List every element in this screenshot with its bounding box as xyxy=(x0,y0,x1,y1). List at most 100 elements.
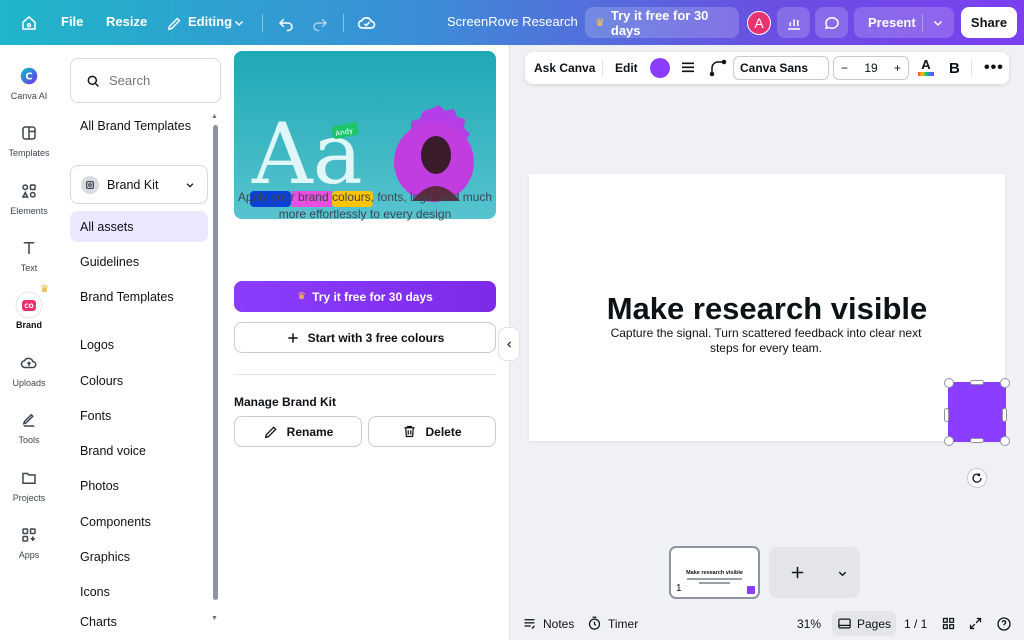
resize-menu[interactable]: Resize xyxy=(106,14,147,29)
text-color-icon[interactable]: A xyxy=(917,58,935,78)
page-subheading[interactable]: Capture the signal. Turn scattered feedb… xyxy=(601,326,931,356)
rail-item-tools[interactable]: Tools xyxy=(0,406,58,460)
nav-logos[interactable]: Logos xyxy=(70,329,208,360)
scroll-down-arrow-icon[interactable]: ▼ xyxy=(211,615,218,622)
home-icon[interactable] xyxy=(16,10,42,36)
all-brand-templates-link[interactable]: All Brand Templates xyxy=(70,110,208,141)
insights-button[interactable] xyxy=(777,7,810,38)
font-size-value[interactable]: 19 xyxy=(864,61,877,75)
font-size-stepper[interactable]: − 19 + xyxy=(833,56,909,80)
notes-button[interactable]: Notes xyxy=(522,607,574,640)
chevron-left-icon xyxy=(506,340,511,348)
try-free-panel-button[interactable]: ♛ Try it free for 30 days xyxy=(234,281,496,312)
resize-handle-top-right[interactable] xyxy=(1000,378,1010,388)
crown-icon: ♛ xyxy=(297,291,307,302)
undo-icon[interactable] xyxy=(273,10,299,36)
collapse-panel-button[interactable] xyxy=(498,327,520,361)
zoom-level[interactable]: 31% xyxy=(797,607,821,640)
resize-handle-top-left[interactable] xyxy=(944,378,954,388)
page-count: 1 / 1 xyxy=(904,616,928,631)
grid-view-icon[interactable] xyxy=(941,607,956,640)
add-page-button[interactable] xyxy=(769,547,860,598)
page-thumbnail[interactable]: Make research visible 1 xyxy=(669,546,760,599)
resize-handle-bottom-right[interactable] xyxy=(1000,436,1010,446)
redo-icon[interactable] xyxy=(307,10,333,36)
rail-item-canva-ai[interactable]: C Canva AI xyxy=(0,62,58,116)
elements-icon xyxy=(15,177,43,205)
panel-scrollbar[interactable] xyxy=(213,125,218,600)
nav-icons[interactable]: Icons xyxy=(70,576,208,607)
comments-button[interactable] xyxy=(815,7,848,38)
chevron-down-icon xyxy=(186,182,194,188)
help-icon[interactable] xyxy=(996,607,1012,640)
resize-handle-top[interactable] xyxy=(970,380,984,385)
nav-fonts[interactable]: Fonts xyxy=(70,400,208,431)
rail-item-brand[interactable]: CO Brand xyxy=(0,291,58,345)
document-title[interactable]: ScreenRove Research xyxy=(447,14,578,29)
search-input[interactable] xyxy=(109,73,209,88)
nav-components[interactable]: Components xyxy=(70,506,208,537)
more-options-icon[interactable]: ••• xyxy=(984,52,1004,84)
cloud-saved-icon[interactable] xyxy=(354,10,380,36)
divider xyxy=(343,14,344,32)
fullscreen-icon[interactable] xyxy=(968,607,983,640)
rail-item-uploads[interactable]: Uploads xyxy=(0,349,58,403)
selected-shape[interactable] xyxy=(948,382,1006,442)
rotate-icon xyxy=(972,473,982,483)
nav-graphics[interactable]: Graphics xyxy=(70,541,208,572)
bottom-bar: Notes Timer 31% Pages 1 / 1 xyxy=(510,607,1024,640)
ask-canva-button[interactable]: Ask Canva xyxy=(534,52,595,84)
rotate-handle[interactable] xyxy=(967,468,987,488)
search-icon xyxy=(87,75,99,87)
chevron-down-icon[interactable] xyxy=(226,10,252,36)
fill-color-swatch[interactable] xyxy=(650,58,670,78)
templates-icon xyxy=(15,119,43,147)
start-free-colours-button[interactable]: Start with 3 free colours xyxy=(234,322,496,353)
timer-button[interactable]: Timer xyxy=(587,607,638,640)
rename-button[interactable]: Rename xyxy=(234,416,362,447)
share-button[interactable]: Share xyxy=(961,7,1017,38)
nav-colours[interactable]: Colours xyxy=(70,365,208,396)
divider xyxy=(922,14,923,32)
try-free-button[interactable]: ♛ Try it free for 30 days xyxy=(585,7,739,38)
page-heading[interactable]: Make research visible xyxy=(529,291,1005,327)
border-style-icon[interactable] xyxy=(680,60,696,81)
rail-item-elements[interactable]: Elements xyxy=(0,177,58,231)
avatar[interactable]: A xyxy=(747,11,771,35)
delete-button[interactable]: Delete xyxy=(368,416,496,447)
resize-handle-right[interactable] xyxy=(1002,408,1007,422)
resize-handle-bottom[interactable] xyxy=(970,438,984,443)
bold-button[interactable]: B xyxy=(949,52,960,84)
pages-button[interactable]: Pages xyxy=(832,611,896,636)
scroll-up-arrow-icon[interactable]: ▲ xyxy=(211,113,218,120)
resize-handle-bottom-left[interactable] xyxy=(944,436,954,446)
chevron-down-icon[interactable] xyxy=(837,568,848,579)
nav-guidelines[interactable]: Guidelines xyxy=(70,246,208,277)
nav-brand-templates[interactable]: Brand Templates xyxy=(70,281,208,312)
thumbnail-shape xyxy=(747,586,755,594)
rail-item-templates[interactable]: Templates xyxy=(0,119,58,173)
nav-photos[interactable]: Photos xyxy=(70,470,208,501)
brand-kit-icon xyxy=(81,175,99,194)
thumbnail-page-number: 1 xyxy=(676,583,682,594)
file-menu[interactable]: File xyxy=(61,14,83,29)
nav-charts[interactable]: Charts xyxy=(70,615,208,629)
canva-ai-icon: C xyxy=(15,62,43,90)
rail-item-projects[interactable]: Projects xyxy=(0,464,58,518)
nav-all-assets[interactable]: All assets xyxy=(70,211,208,242)
rail-item-apps[interactable]: Apps xyxy=(0,521,58,575)
nav-brand-voice[interactable]: Brand voice xyxy=(70,435,208,466)
edit-button[interactable]: Edit xyxy=(615,52,638,84)
brand-kit-select[interactable]: Brand Kit xyxy=(70,165,208,204)
pencil-icon xyxy=(264,425,277,438)
font-family-select[interactable]: Canva Sans xyxy=(733,56,829,80)
search-box[interactable] xyxy=(70,58,221,103)
resize-handle-left[interactable] xyxy=(944,408,949,422)
thumbnail-text-line xyxy=(687,578,742,580)
rail-item-text[interactable]: Text xyxy=(0,234,58,288)
present-options-chevron-icon[interactable] xyxy=(925,10,951,36)
divider xyxy=(971,60,972,76)
corner-rounding-icon[interactable] xyxy=(709,59,727,82)
increase-size-button[interactable]: + xyxy=(894,61,901,75)
design-page[interactable]: Make research visible Capture the signal… xyxy=(529,174,1005,441)
